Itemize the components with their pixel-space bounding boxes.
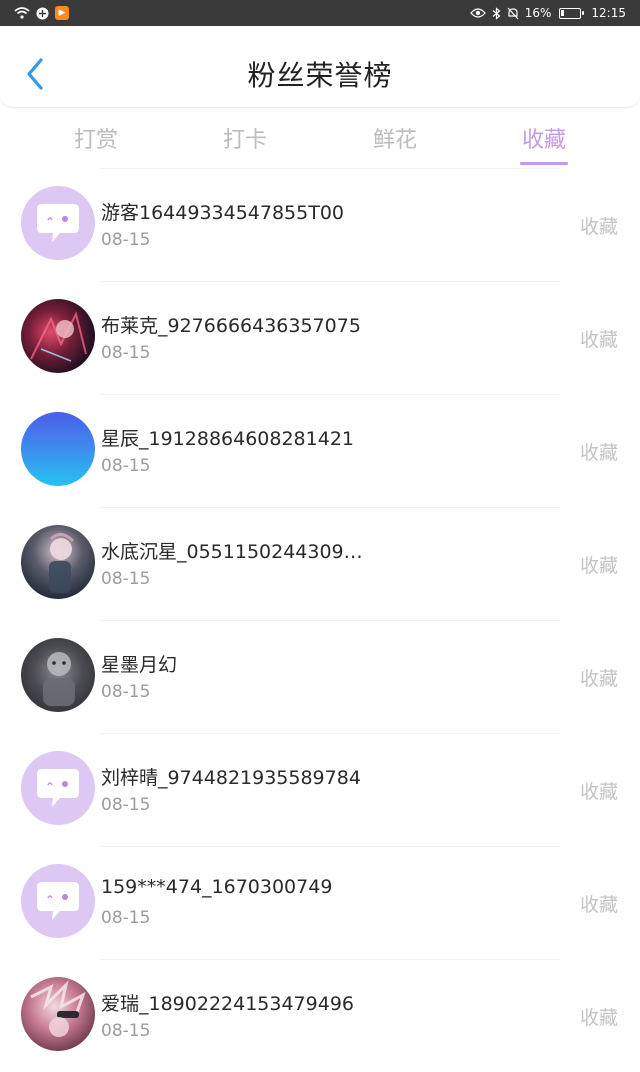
fan-name: 布莱克_9276666436357075 <box>101 315 361 337</box>
anime-avatar <box>21 638 95 712</box>
divider <box>100 507 560 508</box>
favorite-action[interactable]: 收藏 <box>580 664 618 691</box>
list-item[interactable]: 布莱克_9276666436357075 08-15 收藏 <box>0 281 640 394</box>
clock: 12:15 <box>591 6 626 20</box>
fan-name: 刘梓晴_9744821935589784 <box>101 767 361 789</box>
favorite-action[interactable]: 收藏 <box>580 212 618 239</box>
gradient-avatar <box>21 412 95 486</box>
divider <box>100 733 560 734</box>
favorite-action[interactable]: 收藏 <box>580 551 618 578</box>
list-item[interactable]: 159***474_1670300749 08-15 收藏 <box>0 846 640 959</box>
battery-percentage: 16% <box>524 6 552 20</box>
header: 粉丝荣誉榜 <box>0 26 640 108</box>
battery-level <box>561 9 565 16</box>
list-item[interactable]: 刘梓晴_9744821935589784 08-15 收藏 <box>0 733 640 846</box>
list-item[interactable]: 星墨月幻 08-15 收藏 <box>0 620 640 733</box>
list-item[interactable]: 爱瑞_18902224153479496 08-15 收藏 <box>0 959 640 1072</box>
fan-date: 08-15 <box>101 795 151 815</box>
favorite-action[interactable]: 收藏 <box>580 438 618 465</box>
active-tab-indicator <box>520 162 568 165</box>
fan-date: 08-15 <box>101 456 151 476</box>
list-item[interactable]: 水底沉星_0551150244309… 08-15 收藏 <box>0 507 640 620</box>
battery-icon <box>559 7 585 19</box>
eye-icon <box>469 8 486 18</box>
fan-name: 爱瑞_18902224153479496 <box>101 993 355 1015</box>
favorite-action[interactable]: 收藏 <box>580 325 618 352</box>
divider <box>100 620 560 621</box>
default-chat-avatar <box>21 186 95 260</box>
divider <box>100 394 560 395</box>
fan-name: 159***474_1670300749 <box>101 876 333 898</box>
fan-list: 游客16449334547855T00 08-15 收藏 布莱克_9276666… <box>0 168 640 1072</box>
app-notification-icon <box>36 7 49 20</box>
default-chat-avatar <box>21 751 95 825</box>
fan-date: 08-15 <box>101 908 151 928</box>
tab-reward[interactable]: 打赏 <box>51 122 141 154</box>
favorite-action[interactable]: 收藏 <box>580 777 618 804</box>
fan-name: 水底沉星_0551150244309… <box>101 541 363 563</box>
list-item[interactable]: 星辰_19128864608281421 08-15 收藏 <box>0 394 640 507</box>
divider <box>100 846 560 847</box>
fan-date: 08-15 <box>101 682 151 702</box>
mute-bell-icon <box>507 7 519 20</box>
tab-favorites[interactable]: 收藏 <box>499 122 589 154</box>
divider <box>100 281 560 282</box>
divider <box>100 168 560 169</box>
status-right: 16% 12:15 <box>469 6 626 20</box>
fan-date: 08-15 <box>101 1021 151 1041</box>
fan-date: 08-15 <box>101 569 151 589</box>
fan-name: 游客16449334547855T00 <box>101 202 345 224</box>
fan-date: 08-15 <box>101 230 151 250</box>
anime-avatar <box>21 525 95 599</box>
status-bar: ▶ 16% 12:15 <box>0 0 640 26</box>
fan-name: 星辰_19128864608281421 <box>101 428 355 450</box>
fan-name: 星墨月幻 <box>101 654 178 676</box>
tab-bar: 打赏 打卡 鲜花 收藏 <box>0 108 640 168</box>
divider <box>100 959 560 960</box>
page-title: 粉丝荣誉榜 <box>247 59 393 92</box>
anime-avatar <box>21 977 95 1051</box>
favorite-action[interactable]: 收藏 <box>580 890 618 917</box>
status-left: ▶ <box>14 6 69 20</box>
bluetooth-icon <box>492 6 501 20</box>
list-item[interactable]: 游客16449334547855T00 08-15 收藏 <box>0 168 640 281</box>
fan-date: 08-15 <box>101 343 151 363</box>
play-notification-icon: ▶ <box>55 6 69 20</box>
tab-flowers[interactable]: 鲜花 <box>350 122 440 154</box>
default-chat-avatar <box>21 864 95 938</box>
favorite-action[interactable]: 收藏 <box>580 1003 618 1030</box>
wifi-icon <box>14 7 30 19</box>
tab-checkin[interactable]: 打卡 <box>200 122 290 154</box>
anime-avatar <box>21 299 95 373</box>
